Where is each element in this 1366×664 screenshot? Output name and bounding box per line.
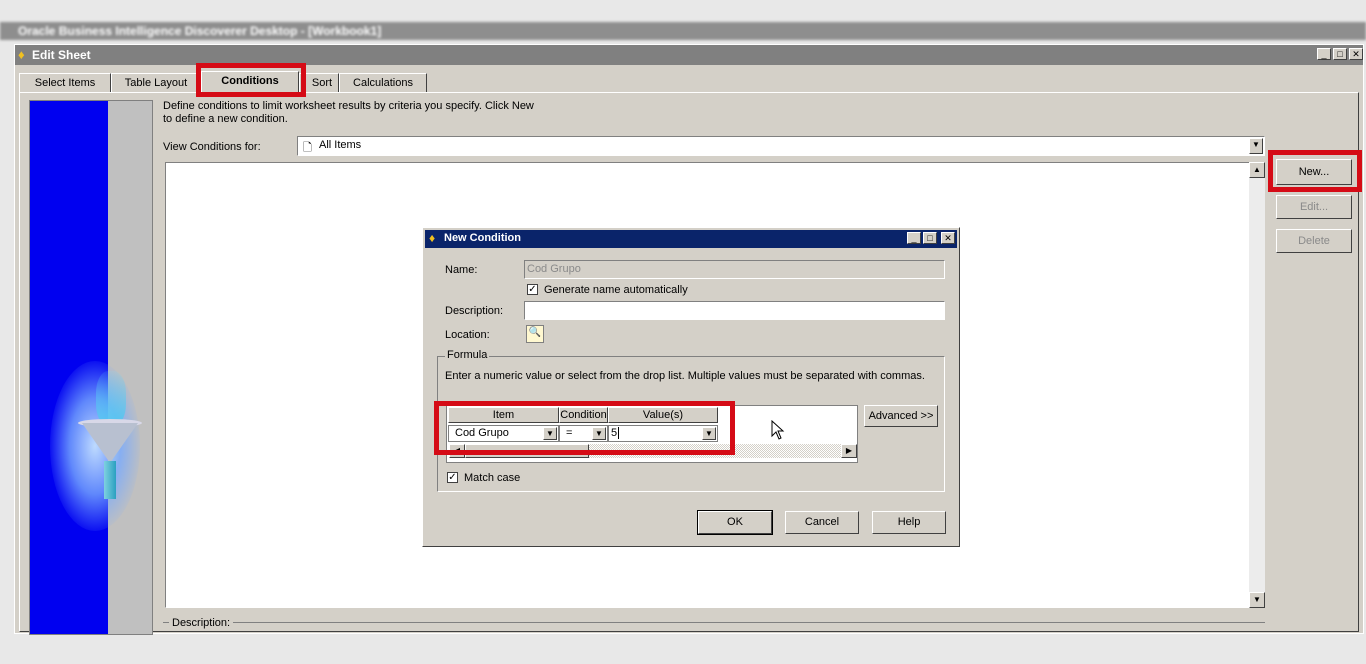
item-column-header: Item [448, 407, 559, 423]
window-title: Edit Sheet [32, 48, 91, 62]
close-button[interactable]: ✕ [1349, 48, 1363, 60]
tab-select-items[interactable]: Select Items [19, 73, 111, 93]
key-icon: ♦ [429, 231, 436, 245]
edit-condition-button[interactable]: Edit... [1276, 195, 1352, 219]
dialog-title: New Condition [444, 232, 521, 244]
name-field[interactable]: Cod Grupo [524, 260, 945, 279]
new-condition-button[interactable]: New... [1276, 159, 1352, 185]
mouse-cursor-icon [771, 420, 785, 440]
condition-select[interactable]: = ▼ [559, 425, 608, 442]
formula-grid: Item Condition Value(s) Cod Grupo ▼ = ▼ … [446, 405, 858, 463]
dialog-titlebar[interactable]: ♦ New Condition _ □ ✕ [425, 230, 957, 248]
match-case-checkbox[interactable]: ✓ [447, 472, 458, 483]
formula-legend: Formula [445, 349, 490, 361]
view-conditions-value: All Items [319, 139, 362, 151]
cancel-button[interactable]: Cancel [785, 511, 859, 534]
maximize-button[interactable]: □ [1333, 48, 1347, 60]
values-column-header: Value(s) [608, 407, 718, 423]
match-case-label: Match case [464, 472, 521, 484]
background-app-title: Oracle Business Intelligence Discoverer … [18, 24, 382, 38]
chevron-down-icon[interactable]: ▼ [1249, 138, 1263, 154]
scroll-up-icon[interactable]: ▲ [1249, 162, 1265, 178]
generate-name-label: Generate name automatically [544, 284, 688, 296]
window-titlebar[interactable]: ♦ Edit Sheet _ □ ✕ [15, 45, 1363, 65]
condition-column-header: Condition [559, 407, 608, 423]
description-group: Description: [163, 617, 1265, 643]
location-picker-icon[interactable]: 🔍 [526, 325, 544, 343]
description-label: Description: [169, 617, 234, 629]
view-conditions-label: View Conditions for: [163, 141, 261, 153]
help-button[interactable]: Help [872, 511, 946, 534]
funnel-illustration [29, 100, 153, 635]
name-value: Cod Grupo [527, 263, 581, 275]
item-select[interactable]: Cod Grupo ▼ [448, 425, 559, 442]
advanced-button[interactable]: Advanced >> [864, 405, 938, 427]
dialog-close-button[interactable]: ✕ [941, 232, 955, 244]
formula-horizontal-scrollbar[interactable]: ◀ ▶ [449, 444, 857, 458]
conditions-vertical-scrollbar[interactable]: ▲ ▼ [1249, 162, 1265, 608]
description-field[interactable] [524, 301, 945, 320]
scroll-thumb[interactable] [465, 444, 589, 458]
values-input[interactable]: 5 ▼ [608, 425, 718, 442]
key-icon: ♦ [18, 47, 25, 62]
scroll-left-icon[interactable]: ◀ [449, 444, 465, 458]
intro-text: Define conditions to limit worksheet res… [163, 100, 534, 125]
tab-table-layout[interactable]: Table Layout [111, 73, 201, 93]
view-conditions-select[interactable]: 🗋 All Items ▼ [297, 136, 1265, 156]
generate-name-checkbox[interactable]: ✓ [527, 284, 538, 295]
new-condition-dialog: ♦ New Condition _ □ ✕ Name: Cod Grupo ✓ … [422, 227, 960, 547]
formula-instructions: Enter a numeric value or select from the… [445, 370, 925, 382]
tab-calculations[interactable]: Calculations [339, 73, 427, 93]
dialog-minimize-button[interactable]: _ [907, 232, 921, 244]
dialog-maximize-button[interactable]: □ [923, 232, 937, 244]
scroll-down-icon[interactable]: ▼ [1249, 592, 1265, 608]
chevron-down-icon[interactable]: ▼ [702, 427, 716, 440]
tab-sort[interactable]: Sort [299, 73, 339, 93]
formula-group: Formula Enter a numeric value or select … [437, 349, 945, 492]
chevron-down-icon[interactable]: ▼ [592, 427, 606, 440]
ok-button[interactable]: OK [697, 510, 773, 535]
location-label: Location: [445, 329, 490, 341]
tab-conditions[interactable]: Conditions [201, 71, 299, 94]
document-icon: 🗋 [303, 142, 312, 154]
description-label: Description: [445, 305, 504, 317]
scroll-right-icon[interactable]: ▶ [841, 444, 857, 458]
delete-condition-button[interactable]: Delete [1276, 229, 1352, 253]
minimize-button[interactable]: _ [1317, 48, 1331, 60]
name-label: Name: [445, 264, 478, 276]
background-app-titlebar: Oracle Business Intelligence Discoverer … [0, 22, 1366, 40]
chevron-down-icon[interactable]: ▼ [543, 427, 557, 440]
